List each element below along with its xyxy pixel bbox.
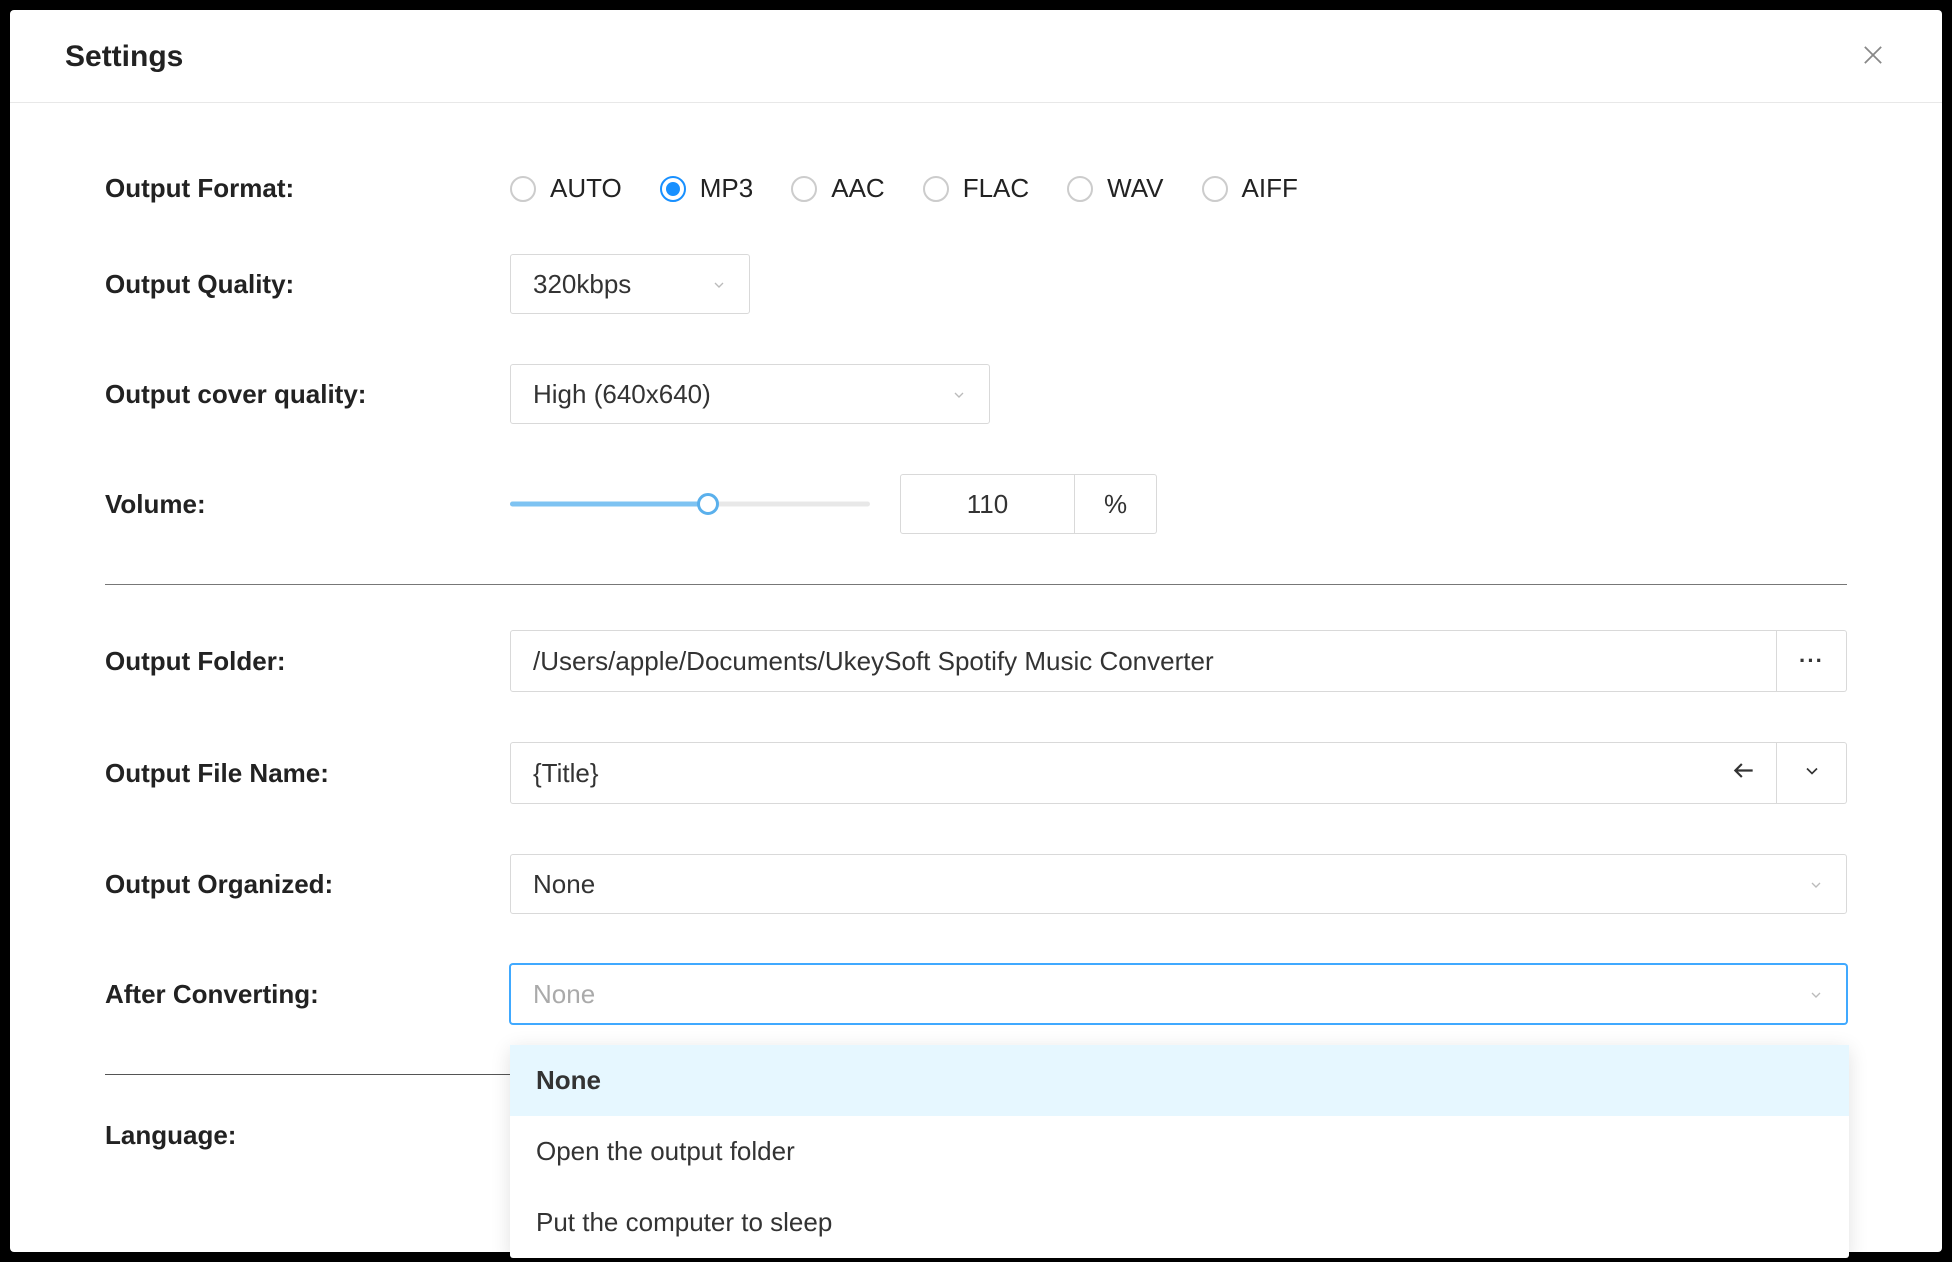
- radio-label: MP3: [700, 173, 753, 204]
- radio-wav[interactable]: WAV: [1067, 173, 1163, 204]
- chevron-down-icon: [1808, 869, 1824, 900]
- close-icon[interactable]: [1859, 41, 1887, 74]
- page-title: Settings: [65, 40, 183, 74]
- row-output-organized: Output Organized: None: [105, 854, 1847, 914]
- row-output-folder: Output Folder: /Users/apple/Documents/Uk…: [105, 630, 1847, 692]
- volume-input[interactable]: [900, 474, 1075, 534]
- radio-aiff[interactable]: AIFF: [1202, 173, 1298, 204]
- output-file-name-group: {Title}: [510, 742, 1847, 804]
- radio-circle-icon: [791, 176, 817, 202]
- header: Settings: [10, 10, 1942, 103]
- select-value: High (640x640): [533, 379, 711, 410]
- output-cover-quality-label: Output cover quality:: [105, 379, 510, 410]
- chevron-down-icon: [711, 269, 727, 300]
- radio-circle-icon: [1067, 176, 1093, 202]
- after-converting-select[interactable]: None: [510, 964, 1847, 1024]
- dropdown-item-none[interactable]: None: [510, 1045, 1849, 1116]
- radio-aac[interactable]: AAC: [791, 173, 884, 204]
- chevron-down-icon: [1802, 761, 1822, 786]
- row-volume: Volume: %: [105, 474, 1847, 534]
- output-quality-select[interactable]: 320kbps: [510, 254, 750, 314]
- divider: [105, 584, 1847, 585]
- volume-slider[interactable]: [510, 501, 870, 507]
- volume-controls: %: [510, 474, 1157, 534]
- file-name-variable-button[interactable]: [1777, 742, 1847, 804]
- chevron-down-icon: [1808, 979, 1824, 1010]
- output-folder-input[interactable]: /Users/apple/Documents/UkeySoft Spotify …: [510, 630, 1777, 692]
- radio-circle-checked-icon: [660, 176, 686, 202]
- row-output-quality: Output Quality: 320kbps: [105, 254, 1847, 314]
- output-format-radios: AUTO MP3 AAC FLAC WAV: [510, 173, 1298, 204]
- output-organized-label: Output Organized:: [105, 869, 510, 900]
- output-file-name-input[interactable]: {Title}: [510, 742, 1777, 804]
- slider-handle[interactable]: [697, 493, 719, 515]
- radio-circle-icon: [923, 176, 949, 202]
- browse-folder-button[interactable]: ···: [1777, 630, 1847, 692]
- output-format-label: Output Format:: [105, 173, 510, 204]
- row-after-converting: After Converting: None: [105, 964, 1847, 1024]
- select-placeholder: None: [533, 979, 595, 1010]
- content: Output Format: AUTO MP3 AAC FLAC: [10, 103, 1942, 1151]
- output-cover-quality-select[interactable]: High (640x640): [510, 364, 990, 424]
- output-file-name-label: Output File Name:: [105, 758, 510, 789]
- output-folder-label: Output Folder:: [105, 646, 510, 677]
- select-value: 320kbps: [533, 269, 631, 300]
- language-label: Language:: [105, 1120, 510, 1151]
- radio-label: AUTO: [550, 173, 622, 204]
- radio-label: WAV: [1107, 173, 1163, 204]
- percent-unit: %: [1075, 474, 1157, 534]
- radio-label: AIFF: [1242, 173, 1298, 204]
- radio-flac[interactable]: FLAC: [923, 173, 1029, 204]
- select-value: None: [533, 869, 595, 900]
- after-converting-label: After Converting:: [105, 979, 510, 1010]
- settings-window: Settings Output Format: AUTO MP3 AAC: [10, 10, 1942, 1252]
- dropdown-item-open-folder[interactable]: Open the output folder: [510, 1116, 1849, 1187]
- output-quality-label: Output Quality:: [105, 269, 510, 300]
- ellipsis-icon: ···: [1799, 648, 1824, 674]
- output-organized-select[interactable]: None: [510, 854, 1847, 914]
- row-output-cover-quality: Output cover quality: High (640x640): [105, 364, 1847, 424]
- radio-label: AAC: [831, 173, 884, 204]
- after-converting-dropdown: None Open the output folder Put the comp…: [510, 1045, 1849, 1258]
- slider-fill: [510, 502, 708, 507]
- radio-circle-icon: [510, 176, 536, 202]
- radio-auto[interactable]: AUTO: [510, 173, 622, 204]
- radio-circle-icon: [1202, 176, 1228, 202]
- radio-mp3[interactable]: MP3: [660, 173, 753, 204]
- back-arrow-icon[interactable]: [1731, 758, 1757, 789]
- row-output-format: Output Format: AUTO MP3 AAC FLAC: [105, 173, 1847, 204]
- dropdown-item-sleep[interactable]: Put the computer to sleep: [510, 1187, 1849, 1258]
- output-folder-group: /Users/apple/Documents/UkeySoft Spotify …: [510, 630, 1847, 692]
- radio-label: FLAC: [963, 173, 1029, 204]
- volume-label: Volume:: [105, 489, 510, 520]
- chevron-down-icon: [951, 379, 967, 410]
- row-output-file-name: Output File Name: {Title}: [105, 742, 1847, 804]
